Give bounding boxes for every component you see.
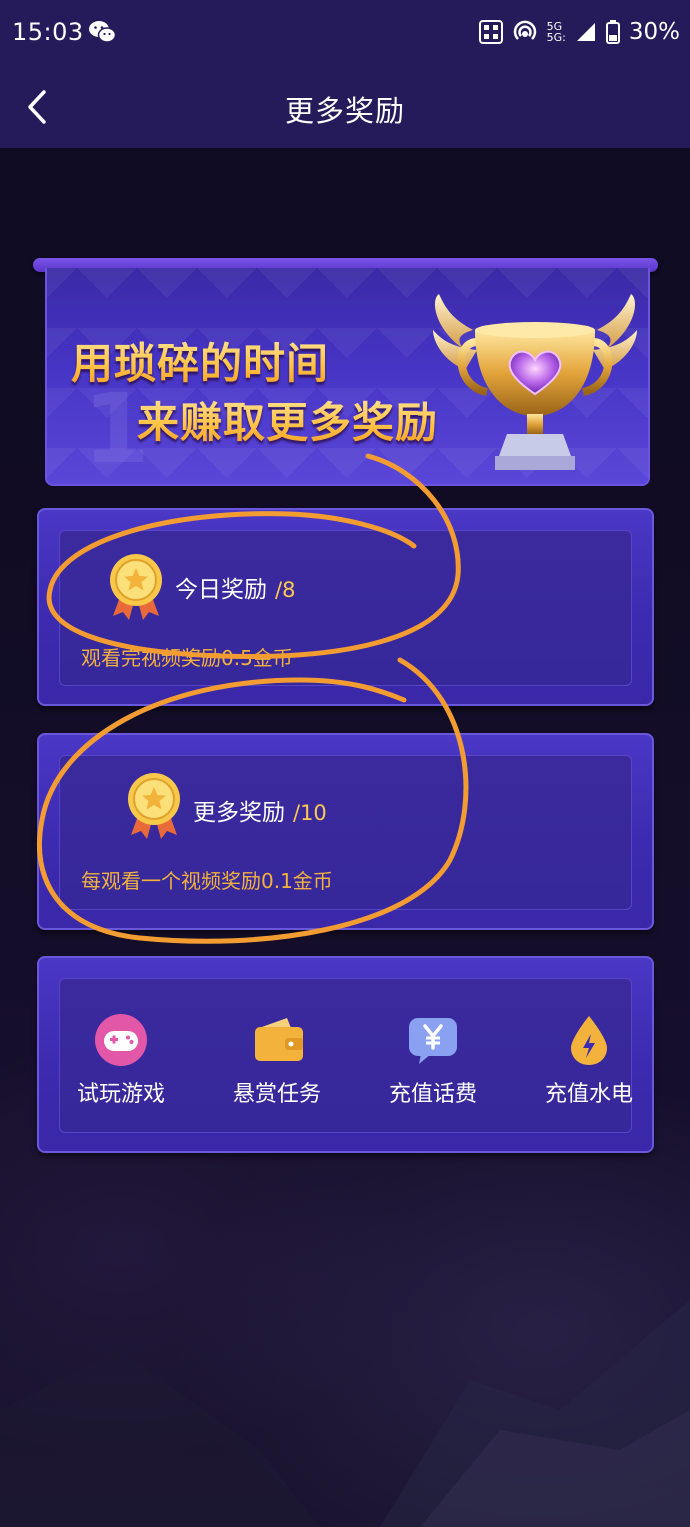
network-type: 5G 5G: — [547, 21, 566, 43]
wallet-icon — [255, 1018, 303, 1061]
trophy-icon — [433, 294, 637, 470]
more-rewards-screen: 15:03 5G 5G: 30% 更多奖励 1 用琐碎的时间 来赚取更多奖励 今… — [0, 0, 690, 1527]
background-scenery — [0, 1300, 690, 1527]
battery-icon — [605, 20, 620, 44]
today-reward-description: 观看完视频奖励0.5金币 — [81, 646, 293, 670]
more-reward-title: 更多奖励/10 — [193, 793, 327, 827]
banner-headline-1: 用琐碎的时间 — [71, 330, 329, 391]
shortcut-label: 试玩游戏 — [76, 1082, 165, 1107]
more-reward-card[interactable]: 更多奖励/10 每观看一个视频奖励0.1金币 — [37, 733, 654, 930]
shortcut-card: 试玩游戏 悬赏任务 充值话费 充值水电 — [37, 956, 654, 1153]
more-reward-description: 每观看一个视频奖励0.1金币 — [81, 869, 333, 893]
status-bar: 15:03 5G 5G: 30% — [0, 0, 690, 66]
gamepad-icon — [95, 1014, 147, 1066]
page-title: 更多奖励 — [284, 94, 405, 128]
banner-headline-2: 来赚取更多奖励 — [137, 389, 438, 450]
wechat-icon — [89, 21, 116, 43]
promo-banner: 1 用琐碎的时间 来赚取更多奖励 — [45, 268, 650, 486]
medal-icon — [128, 773, 180, 839]
shortcut-label: 充值水电 — [544, 1082, 633, 1107]
more-reward-label: 更多奖励 — [193, 800, 285, 826]
today-reward-label: 今日奖励 — [175, 577, 267, 603]
shortcut-phone-recharge[interactable]: 充值话费 — [363, 1010, 503, 1114]
hotspot-icon — [513, 20, 536, 40]
water-drop-icon — [571, 1016, 607, 1065]
status-time: 15:03 — [12, 18, 84, 46]
shortcut-label: 悬赏任务 — [232, 1082, 321, 1107]
today-reward-title: 今日奖励/8 — [175, 570, 295, 604]
today-reward-card[interactable]: 今日奖励/8 观看完视频奖励0.5金币 — [37, 508, 654, 706]
shortcut-trial-games[interactable]: 试玩游戏 — [51, 1010, 191, 1114]
more-reward-count: /10 — [293, 801, 327, 825]
shortcut-utility-recharge[interactable]: 充值水电 — [519, 1010, 659, 1114]
signal-icon — [576, 23, 595, 41]
today-reward-count: /8 — [275, 578, 296, 602]
status-indicators: 5G 5G: 30% — [478, 17, 680, 47]
shortcut-bounty-tasks[interactable]: 悬赏任务 — [207, 1010, 347, 1114]
yuan-chat-icon — [409, 1018, 457, 1064]
battery-percent: 30% — [628, 19, 680, 45]
medal-icon — [110, 554, 162, 620]
shortcut-label: 充值话费 — [388, 1082, 477, 1107]
network-label-2: 5G: — [546, 31, 566, 44]
nav-bar: 更多奖励 — [0, 66, 690, 148]
nfc-icon — [478, 20, 503, 44]
